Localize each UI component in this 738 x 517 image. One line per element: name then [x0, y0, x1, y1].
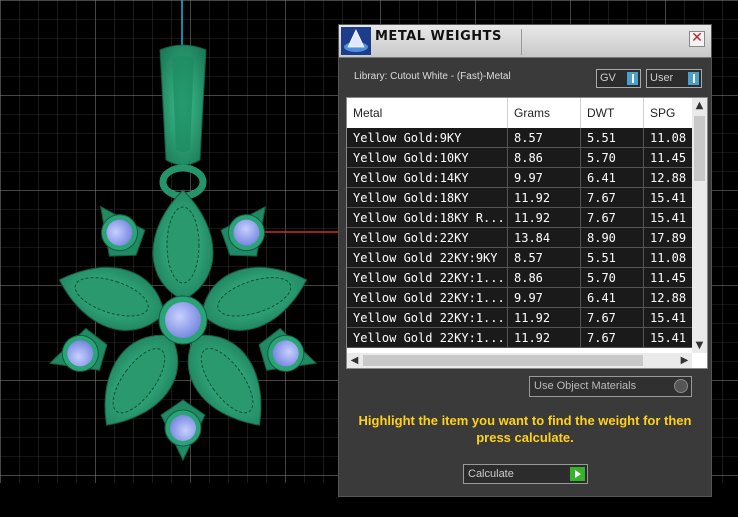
use-object-materials-label: Use Object Materials	[534, 380, 637, 392]
calculate-label: Calculate	[468, 468, 514, 480]
scroll-up-icon[interactable]: ▲	[692, 98, 707, 113]
cell-dwt: 5.70	[587, 271, 616, 285]
table-row[interactable]: Yellow Gold 22KY:1... 8.86 5.70 11.45	[347, 268, 692, 288]
cell-dwt: 7.67	[587, 191, 616, 205]
table-row[interactable]: Yellow Gold:10KY 8.86 5.70 11.45	[347, 148, 692, 168]
cell-metal: Yellow Gold:10KY	[353, 151, 469, 165]
cell-grams: 11.92	[514, 331, 551, 345]
cell-dwt: 7.67	[587, 211, 616, 225]
cell-metal: Yellow Gold:9KY	[353, 131, 462, 145]
cell-grams: 11.92	[514, 211, 551, 225]
cell-spg: 11.45	[650, 271, 687, 285]
cell-grams: 8.86	[514, 271, 543, 285]
cell-spg: 12.88	[650, 171, 687, 185]
header-grams[interactable]: Grams	[514, 106, 550, 120]
cell-metal: Yellow Gold:14KY	[353, 171, 469, 185]
cell-grams: 11.92	[514, 311, 551, 325]
play-icon	[570, 467, 585, 481]
user-toggle[interactable]: User	[646, 69, 702, 88]
cell-dwt: 8.90	[587, 231, 616, 245]
cell-metal: Yellow Gold:18KY R...	[353, 211, 505, 225]
use-object-materials-toggle[interactable]: Use Object Materials	[529, 376, 692, 397]
cell-dwt: 5.70	[587, 151, 616, 165]
cell-dwt: 6.41	[587, 291, 616, 305]
radio-knob-icon	[674, 379, 688, 393]
cell-dwt: 5.51	[587, 131, 616, 145]
header-spg[interactable]: SPG	[650, 106, 675, 120]
table-row[interactable]: Yellow Gold:18KY R... 11.92 7.67 15.41	[347, 208, 692, 228]
table-row[interactable]: Yellow Gold:9KY 8.57 5.51 11.08	[347, 128, 692, 148]
cell-grams: 13.84	[514, 231, 551, 245]
cell-spg: 17.89	[650, 231, 687, 245]
cell-metal: Yellow Gold 22KY:1...	[353, 331, 505, 345]
cell-metal: Yellow Gold 22KY:1...	[353, 291, 505, 305]
table-row[interactable]: Yellow Gold 22KY:1... 9.97 6.41 12.88	[347, 288, 692, 308]
close-icon[interactable]: ✕	[689, 31, 705, 47]
cell-spg: 15.41	[650, 211, 687, 225]
cell-dwt: 7.67	[587, 311, 616, 325]
metal-weights-panel: METAL WEIGHTS ✕ Library: Cutout White - …	[338, 24, 712, 497]
cell-dwt: 7.67	[587, 331, 616, 345]
header-dwt[interactable]: DWT	[587, 106, 614, 120]
cell-grams: 9.97	[514, 171, 543, 185]
instruction-text: Highlight the item you want to find the …	[358, 413, 692, 445]
toggle-knob-icon	[688, 72, 699, 85]
table-row[interactable]: Yellow Gold:18KY 11.92 7.67 15.41	[347, 188, 692, 208]
cell-metal: Yellow Gold 22KY:9KY	[353, 251, 498, 265]
cell-metal: Yellow Gold:18KY	[353, 191, 469, 205]
cell-spg: 11.08	[650, 251, 687, 265]
cell-spg: 15.41	[650, 311, 687, 325]
table-header: Metal Grams DWT SPG	[347, 98, 692, 128]
panel-titlebar[interactable]: METAL WEIGHTS ✕	[339, 25, 711, 58]
cell-spg: 15.41	[650, 331, 687, 345]
cell-grams: 8.86	[514, 151, 543, 165]
cell-grams: 11.92	[514, 191, 551, 205]
table-row[interactable]: Yellow Gold:22KY 13.84 8.90 17.89	[347, 228, 692, 248]
user-toggle-label: User	[650, 72, 674, 84]
horizontal-scroll-thumb[interactable]	[363, 355, 643, 366]
library-label: Library: Cutout White - (Fast)-Metal	[354, 71, 511, 82]
vertical-scroll-thumb[interactable]	[694, 116, 705, 181]
cell-dwt: 6.41	[587, 171, 616, 185]
scroll-down-icon[interactable]: ▼	[692, 338, 707, 353]
panel-title: METAL WEIGHTS	[375, 29, 502, 44]
gv-toggle[interactable]: GV	[596, 69, 641, 88]
calculate-button[interactable]: Calculate	[463, 464, 588, 484]
cell-spg: 11.45	[650, 151, 687, 165]
table-row[interactable]: Yellow Gold 22KY:9KY 8.57 5.51 11.08	[347, 248, 692, 268]
gv-toggle-label: GV	[600, 72, 616, 84]
title-divider	[521, 29, 522, 55]
cell-grams: 8.57	[514, 251, 543, 265]
horizontal-scrollbar[interactable]: ◀ ▶	[347, 353, 692, 368]
table-body: Yellow Gold:9KY 8.57 5.51 11.08 Yellow Gold:…	[347, 128, 692, 348]
vertical-scrollbar[interactable]: ▲ ▼	[692, 98, 707, 353]
cell-metal: Yellow Gold 22KY:1...	[353, 271, 505, 285]
cell-spg: 11.08	[650, 131, 687, 145]
header-metal[interactable]: Metal	[353, 106, 382, 120]
cell-grams: 9.97	[514, 291, 543, 305]
cell-metal: Yellow Gold 22KY:1...	[353, 311, 505, 325]
scroll-right-icon[interactable]: ▶	[677, 353, 692, 368]
table-row[interactable]: Yellow Gold 22KY:1... 11.92 7.67 15.41	[347, 308, 692, 328]
cell-grams: 8.57	[514, 131, 543, 145]
metal-weights-table[interactable]: Metal Grams DWT SPG Yellow Gold:9KY 8.57 5…	[346, 97, 708, 369]
table-row[interactable]: Yellow Gold 22KY:1... 11.92 7.67 15.41	[347, 328, 692, 348]
scroll-left-icon[interactable]: ◀	[347, 353, 362, 368]
cell-metal: Yellow Gold:22KY	[353, 231, 469, 245]
app-logo-icon	[341, 27, 371, 55]
cell-spg: 12.88	[650, 291, 687, 305]
cell-spg: 15.41	[650, 191, 687, 205]
table-row[interactable]: Yellow Gold:14KY 9.97 6.41 12.88	[347, 168, 692, 188]
toggle-knob-icon	[627, 72, 638, 85]
cell-dwt: 5.51	[587, 251, 616, 265]
